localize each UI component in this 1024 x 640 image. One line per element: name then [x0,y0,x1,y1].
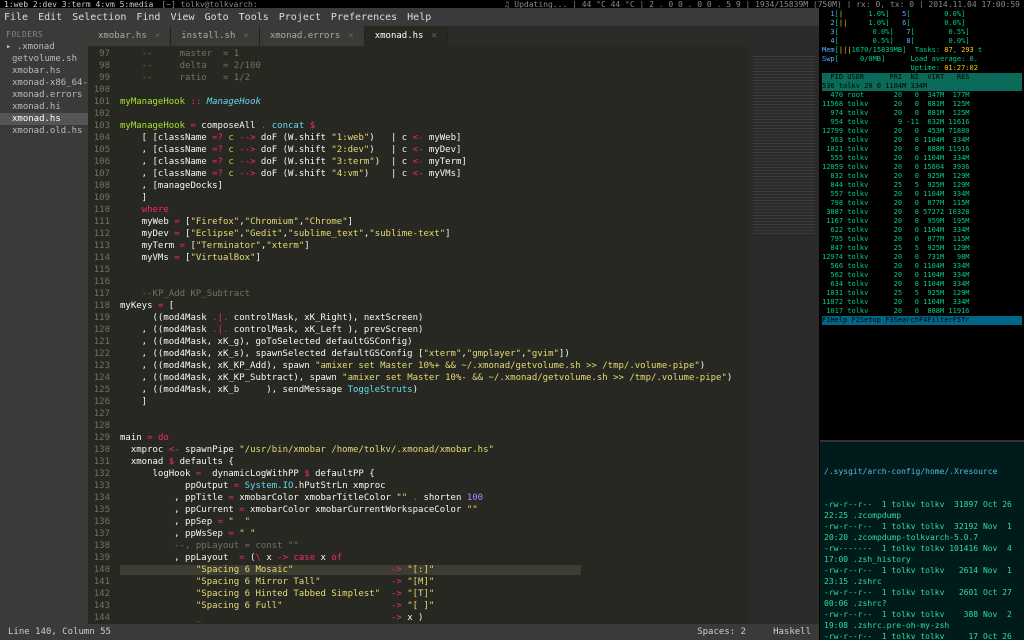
terminal-line: -rw-r--r-- 1 tolkv tolkv 2614 Nov 1 23:1… [824,565,1020,587]
terminal-line: -rw-r--r-- 1 tolkv tolkv 388 Nov 2 19:08… [824,609,1020,631]
status-lang[interactable]: Haskell [773,627,811,637]
menu-find[interactable]: Find [136,12,160,23]
terminal-line: -rw-r--r-- 1 tolkv tolkv 17 Oct 26 22:32… [824,631,1020,640]
taskbar: 1:web 2:dev 3:term 4:vm 5:media [~] tolk… [0,0,1024,8]
terminal-line: -rw------- 1 tolkv tolkv 101416 Nov 4 17… [824,543,1020,565]
code-editor[interactable]: -- master = 1 -- delta = 2/100 -- ratio … [116,46,749,624]
menu-edit[interactable]: Edit [38,12,62,23]
tab-label: xmobar.hs [98,31,147,41]
menu-preferences[interactable]: Preferences [331,12,397,23]
menu-project[interactable]: Project [279,12,321,23]
sidebar-file[interactable]: xmonad-x86_64-… [0,77,88,89]
close-icon[interactable]: × [155,31,160,41]
htop-panel[interactable]: 1[| 1.0%] 5[ 0.0%] 2[|| 1.0%] 6[ 0.0%] 3… [820,8,1024,440]
terminal-line: -rw-r--r-- 1 tolkv tolkv 32192 Nov 1 20:… [824,521,1020,543]
tab-label: xmonad.hs [375,31,424,41]
statusbar: Line 140, Column 55 Spaces: 2 Haskell [0,624,819,640]
htop-header: PID USER PRI NI VIRT RES [822,73,1022,82]
htop-fn-keys[interactable]: F1Help F2Setup F3SearchF4FilterF5Tr [822,316,1022,325]
sidebar-file[interactable]: xmonad.hs [0,113,88,125]
editor-window: File Edit Selection Find View Goto Tools Projec… [0,8,820,640]
htop-meters: 1[| 1.0%] 5[ 0.0%] 2[|| 1.0%] 6[ 0.0%] 3… [822,10,1022,73]
menu-selection[interactable]: Selection [72,12,126,23]
tab[interactable]: xmobar.hs × [88,26,171,46]
status-position: Line 140, Column 55 [8,627,111,637]
sidebar-folder[interactable]: ▸ .xmonad [0,41,88,53]
tab[interactable]: install.sh × [171,26,260,46]
terminal-cwd: /.sysgit/arch-config/home/.Xresource [824,466,1020,477]
sidebar-title: FOLDERS [0,28,88,41]
tab-label: xmonad.errors [270,31,340,41]
menu-goto[interactable]: Goto [205,12,229,23]
htop-cursor-row[interactable]: 536 tolkv 20 0 1104M 334M [822,82,1022,91]
menubar[interactable]: File Edit Selection Find View Goto Tools Projec… [0,8,819,26]
terminal-line: -rw-r--r-- 1 tolkv tolkv 31897 Oct 26 22… [824,499,1020,521]
close-icon[interactable]: × [243,31,248,41]
menu-help[interactable]: Help [407,12,431,23]
sidebar-file[interactable]: xmonad.errors [0,89,88,101]
tab[interactable]: xmonad.hs × [365,26,448,46]
menu-tools[interactable]: Tools [239,12,269,23]
terminal-line: -rw-r--r-- 1 tolkv tolkv 2601 Oct 27 00:… [824,587,1020,609]
terminal[interactable]: /.sysgit/arch-config/home/.Xresource -rw… [820,440,1024,640]
line-gutter: 97 98 99 100 101 102 103 104 105 106 107… [88,46,116,624]
sidebar[interactable]: FOLDERS ▸ .xmonad getvolume.shxmobar.hsx… [0,26,88,624]
sidebar-file[interactable]: xmobar.hs [0,65,88,77]
menu-view[interactable]: View [170,12,194,23]
sidebar-file[interactable]: getvolume.sh [0,53,88,65]
status-spaces[interactable]: Spaces: 2 [697,627,746,637]
sidebar-file[interactable]: xmonad.hi [0,101,88,113]
htop-rows: 470 root 20 0 347M 177M 11568 tolkv 20 0… [822,91,1022,316]
minimap[interactable] [749,46,819,624]
close-icon[interactable]: × [348,31,353,41]
menu-file[interactable]: File [4,12,28,23]
tab[interactable]: xmonad.errors × [260,26,365,46]
close-icon[interactable]: × [431,31,436,41]
sidebar-file[interactable]: xmonad.old.hs [0,125,88,137]
tab-bar[interactable]: xmobar.hs×install.sh×xmonad.errors×xmona… [88,26,819,46]
tab-label: install.sh [181,31,235,41]
